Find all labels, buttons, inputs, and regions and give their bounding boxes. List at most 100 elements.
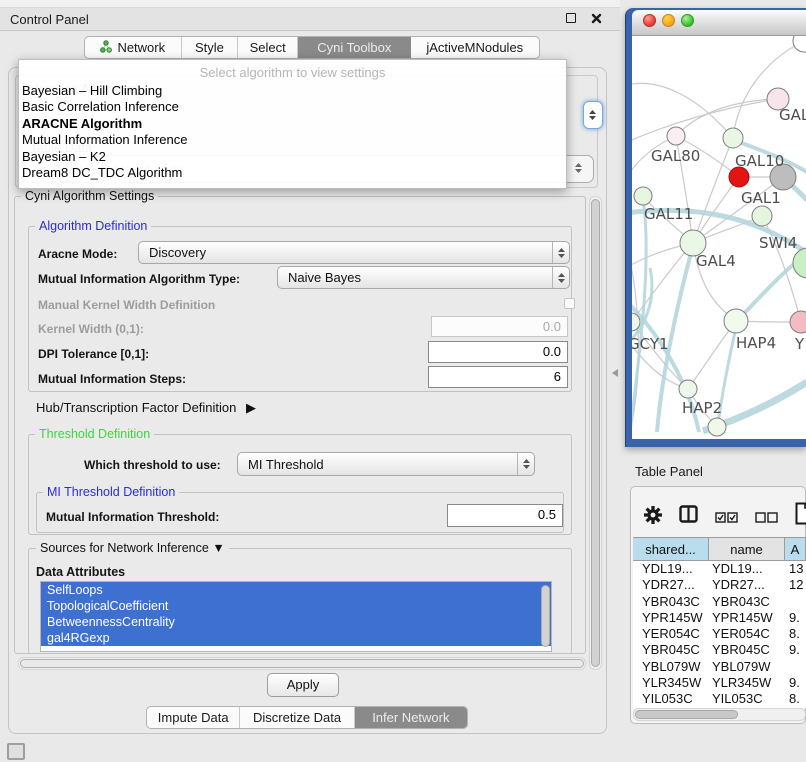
minimize-traffic-light[interactable] [662, 14, 675, 27]
mi-steps-field[interactable]: 6 [428, 366, 568, 388]
network-edge[interactable] [632, 99, 778, 143]
sources-toggle[interactable]: Sources for Network Inference ▼ [36, 541, 229, 555]
network-node[interactable] [708, 418, 726, 436]
table-cell: YBR045C [709, 642, 785, 658]
tab-infer-network[interactable]: Infer Network [355, 707, 467, 728]
columns-icon[interactable] [679, 505, 698, 526]
cyni-bottom-tabbar: Impute Data Discretize Data Infer Networ… [146, 706, 468, 729]
dropdown-item[interactable]: Bayesian – K2 [19, 149, 566, 165]
node-label: GAL4 [696, 252, 736, 270]
table-cell: YDR27... [633, 577, 709, 593]
hub-definition-toggle[interactable]: Hub/Transcription Factor Definition ▶ [36, 400, 256, 416]
algorithm-combo-focused[interactable] [583, 101, 603, 129]
combo-spinner-icon [574, 162, 583, 177]
node-label: HAP4 [736, 334, 776, 352]
collapse-arrow-icon: ▼ [212, 541, 224, 555]
new-table-icon[interactable] [795, 502, 806, 528]
network-window-titlebar[interactable] [632, 10, 806, 36]
network-node[interactable] [679, 380, 697, 398]
node-label: GAL11 [644, 205, 693, 223]
network-node[interactable] [723, 128, 743, 148]
table-row[interactable]: YBR043CYBR043C [633, 594, 806, 610]
column-header-shared-name[interactable]: shared... [633, 538, 709, 560]
tab-network[interactable]: Network [85, 37, 182, 58]
dropdown-item[interactable]: Basic Correlation Inference [19, 99, 566, 115]
outer-window-edge [0, 0, 620, 8]
table-panel-title: Table Panel [635, 464, 703, 479]
node-label: GAL80 [651, 147, 700, 165]
gear-icon[interactable] [644, 506, 662, 527]
tab-select[interactable]: Select [238, 37, 298, 58]
which-threshold-label: Which threshold to use: [84, 458, 221, 472]
manual-kernel-checkbox[interactable] [564, 298, 575, 309]
dropdown-item[interactable]: Dream8 DC_TDC Algorithm [19, 165, 566, 181]
close-traffic-light[interactable] [643, 14, 656, 27]
table-header-row: shared... name A [633, 537, 806, 561]
table-cell: 9. [785, 675, 806, 691]
network-node[interactable] [667, 127, 685, 145]
dpi-tolerance-field[interactable]: 0.0 [428, 341, 568, 363]
network-node[interactable] [752, 206, 772, 226]
dropdown-item[interactable]: Mutual Information Inference [19, 132, 566, 148]
settings-vscrollbar[interactable] [589, 196, 602, 670]
close-icon[interactable] [591, 12, 602, 27]
node-label: GAL [779, 106, 806, 124]
table-row[interactable]: YBR045CYBR045C9. [633, 642, 806, 658]
network-node[interactable] [634, 187, 652, 205]
table-cell: 9. [785, 642, 806, 658]
tab-impute-data[interactable]: Impute Data [147, 707, 240, 728]
select-all-checkboxes-icon[interactable] [715, 511, 738, 526]
tab-label: Style [195, 40, 224, 55]
tab-jactivemnodules[interactable]: jActiveMNodules [411, 37, 539, 58]
dropdown-item-selected[interactable]: ARACNE Algorithm [19, 116, 566, 132]
dropdown-item[interactable]: Bayesian – Hill Climbing [19, 83, 566, 99]
tab-label: Discretize Data [253, 710, 341, 725]
table-hscrollbar[interactable] [633, 708, 806, 721]
tab-discretize-data[interactable]: Discretize Data [240, 707, 354, 728]
aracne-mode-combo[interactable]: Discovery [138, 241, 570, 264]
table-cell: YIL053C [709, 691, 785, 707]
table-row[interactable]: YLR345WYLR345W9. [633, 675, 806, 691]
column-header-name[interactable]: name [709, 538, 785, 560]
network-node[interactable] [793, 36, 806, 52]
table-row[interactable]: YPR145WYPR145W9. [633, 610, 806, 626]
network-node[interactable] [793, 248, 806, 278]
list-item[interactable]: BetweennessCentrality [41, 614, 551, 630]
mi-threshold-field[interactable]: 0.5 [447, 504, 563, 527]
list-item[interactable]: TopologicalCoefficient [41, 598, 551, 614]
network-canvas[interactable]: GALGAL80GAL10GAL1SWI4GAL11GAL4GCY1HAP4YH… [632, 36, 806, 439]
float-panel-icon[interactable] [566, 13, 576, 23]
tab-cyni-toolbox[interactable]: Cyni Toolbox [298, 37, 411, 58]
table-cell: 9. [785, 610, 806, 626]
zoom-traffic-light[interactable] [681, 14, 694, 27]
apply-button[interactable]: Apply [267, 673, 339, 697]
network-node[interactable] [790, 311, 806, 333]
network-node[interactable] [729, 167, 749, 187]
table-cell [785, 659, 806, 675]
table-cell: YDL19... [709, 561, 785, 577]
table-row[interactable]: YBL079WYBL079W [633, 659, 806, 675]
table-cell: 12 [785, 577, 806, 593]
docked-panel-icon[interactable] [7, 743, 25, 760]
table-row[interactable]: YER054CYER054C8. [633, 626, 806, 642]
which-threshold-combo[interactable]: MI Threshold [237, 452, 535, 476]
network-node[interactable] [724, 309, 748, 333]
tab-style[interactable]: Style [182, 37, 239, 58]
kernel-width-field[interactable]: 0.0 [431, 316, 568, 337]
table-row[interactable]: YDR27...YDR27...12 [633, 577, 806, 593]
table-cell: 13 [785, 561, 806, 577]
list-item[interactable]: SelfLoops [41, 582, 551, 598]
settings-hscrollbar[interactable] [18, 657, 586, 670]
group-title: MI Threshold Definition [43, 485, 179, 499]
mi-type-label: Mutual Information Algorithm Type: [38, 272, 240, 286]
list-item[interactable]: gal4RGexp [41, 630, 551, 646]
screen: { "control_panel": { "title": "Control P… [0, 0, 806, 762]
table-row[interactable]: YIL053CYIL053C8. [633, 691, 806, 707]
mi-type-combo[interactable]: Naive Bayes [277, 266, 570, 289]
deselect-all-checkboxes-icon[interactable] [755, 511, 778, 526]
table-row[interactable]: YDL19...YDL19...13 [633, 561, 806, 577]
tab-label: Network [117, 40, 165, 55]
list-scrollbar[interactable] [541, 585, 550, 647]
column-header-partial[interactable]: A [785, 538, 806, 560]
splitter-handle-icon[interactable] [612, 369, 618, 377]
